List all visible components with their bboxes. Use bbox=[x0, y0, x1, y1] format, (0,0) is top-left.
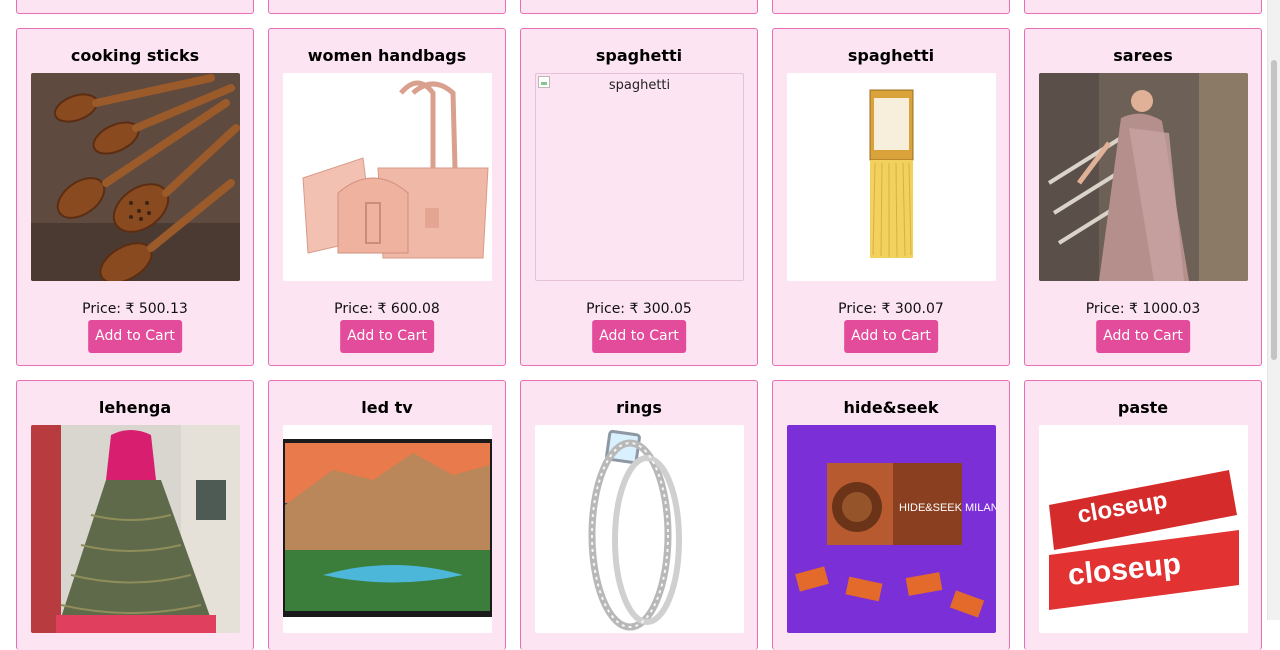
product-card: rings bbox=[520, 380, 758, 650]
hide-and-seek-package-text: HIDE&SEEK MILANO bbox=[899, 502, 996, 514]
product-title: spaghetti bbox=[595, 46, 683, 65]
product-price: Price: ₹ 300.05 bbox=[586, 301, 692, 317]
product-price: Price: ₹ 1000.03 bbox=[1085, 301, 1201, 317]
product-image-sarees bbox=[1039, 73, 1248, 281]
product-card-partial bbox=[520, 0, 758, 14]
product-image-cooking-sticks bbox=[31, 73, 240, 281]
add-to-cart-button[interactable]: Add to Cart bbox=[592, 320, 686, 353]
product-card: lehenga bbox=[16, 380, 254, 650]
product-title: cooking sticks bbox=[70, 46, 200, 65]
product-grid: cooking sticks Price: ₹ 500.13 Add to Ca… bbox=[16, 0, 1262, 650]
product-price: Price: ₹ 600.08 bbox=[334, 301, 440, 317]
product-image-led-tv bbox=[283, 425, 492, 633]
product-title: sarees bbox=[1113, 46, 1173, 65]
product-card: paste closeup closeup bbox=[1024, 380, 1262, 650]
product-image-hide-and-seek: HIDE&SEEK MILANO bbox=[787, 425, 996, 633]
product-title: women handbags bbox=[307, 46, 467, 65]
product-price: Price: ₹ 500.13 bbox=[82, 301, 188, 317]
product-image-paste: closeup closeup bbox=[1039, 425, 1248, 633]
product-card: spaghetti Price: ₹ 300.07 Add to Cart bbox=[772, 28, 1010, 366]
page-scrollbar[interactable] bbox=[1267, 0, 1280, 620]
product-image-rings bbox=[535, 425, 744, 633]
product-image-broken: spaghetti bbox=[535, 73, 744, 281]
product-title: led tv bbox=[361, 398, 413, 417]
add-to-cart-button[interactable]: Add to Cart bbox=[844, 320, 938, 353]
add-to-cart-button[interactable]: Add to Cart bbox=[88, 320, 182, 353]
image-alt-text: spaghetti bbox=[608, 78, 671, 93]
product-title: rings bbox=[616, 398, 662, 417]
add-to-cart-button[interactable]: Add to Cart bbox=[1096, 320, 1190, 353]
product-card-partial bbox=[16, 0, 254, 14]
product-image-lehenga bbox=[31, 425, 240, 633]
product-card: spaghetti spaghetti Price: ₹ 300.05 Add … bbox=[520, 28, 758, 366]
product-title: paste bbox=[1117, 398, 1169, 417]
product-card: sarees Price: ₹ 1000.03 Add to Cart bbox=[1024, 28, 1262, 366]
product-image-spaghetti-pack bbox=[787, 73, 996, 281]
product-title: spaghetti bbox=[847, 46, 935, 65]
product-card: women handbags Price: ₹ 600.08 Add to Ca… bbox=[268, 28, 506, 366]
scrollbar-thumb[interactable] bbox=[1271, 60, 1277, 360]
product-card-partial bbox=[772, 0, 1010, 14]
product-title: hide&seek bbox=[843, 398, 939, 417]
product-card: hide&seek HIDE&SEEK MILANO bbox=[772, 380, 1010, 650]
product-card-partial bbox=[268, 0, 506, 14]
product-price: Price: ₹ 300.07 bbox=[838, 301, 944, 317]
product-card: led tv bbox=[268, 380, 506, 650]
product-card: cooking sticks Price: ₹ 500.13 Add to Ca… bbox=[16, 28, 254, 366]
add-to-cart-button[interactable]: Add to Cart bbox=[340, 320, 434, 353]
product-card-partial bbox=[1024, 0, 1262, 14]
product-image-women-handbags bbox=[283, 73, 492, 281]
product-title: lehenga bbox=[98, 398, 172, 417]
